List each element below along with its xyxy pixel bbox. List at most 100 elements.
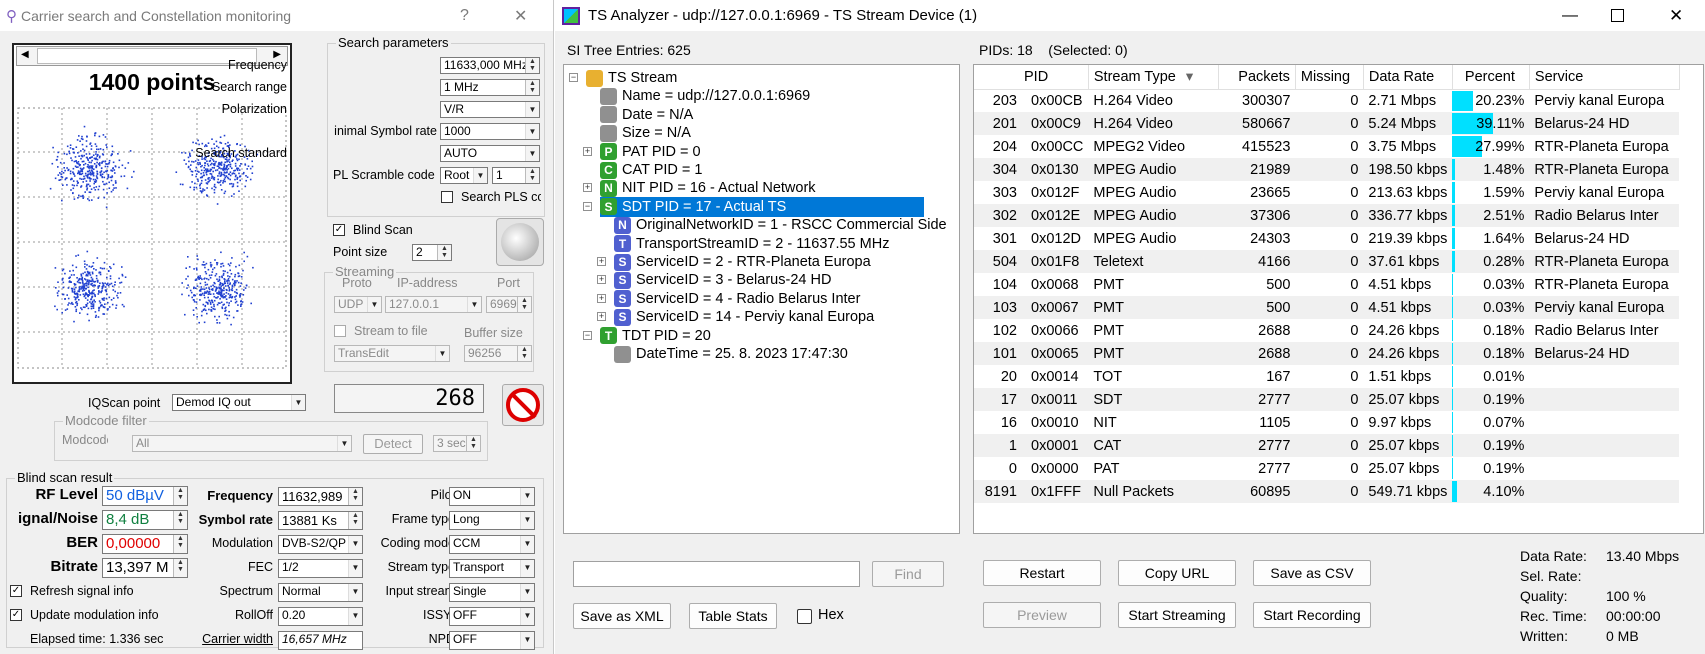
search-range-input[interactable]: 1 MHz ▲ ▼	[440, 79, 540, 96]
start-recording-button[interactable]: Start Recording	[1253, 602, 1371, 628]
tree-expander-icon[interactable]: +	[597, 257, 606, 266]
detect-seconds-input[interactable]: 3 sec ▲ ▼	[433, 435, 481, 452]
tree-node[interactable]: S ServiceID = 3 - Belarus-24 HD	[614, 270, 831, 290]
update-modulation-checkbox[interactable]: ✓	[10, 609, 22, 621]
column-header-service[interactable]: Service	[1529, 65, 1680, 90]
coding-mode-select[interactable]: CCM ▼	[449, 535, 535, 554]
close-button[interactable]: ✕	[514, 6, 527, 26]
tree-expander-icon[interactable]: +	[597, 275, 606, 285]
iqscan-select[interactable]: Demod IQ out ▼	[172, 394, 306, 411]
copy-url-button[interactable]: Copy URL	[1118, 560, 1236, 586]
tree-node[interactable]: TS Stream	[586, 68, 677, 88]
table-row[interactable]: 203 0x00CB H.264 Video 300307 0 2.71 Mbps 20.2…	[974, 89, 1679, 112]
scroll-thumb[interactable]	[37, 48, 257, 64]
tree-node[interactable]: N OriginalNetworkID = 1 - RSCC Commercial…	[614, 215, 947, 235]
tree-node[interactable]: Name = udp://127.0.0.1:6969	[600, 86, 810, 106]
table-row[interactable]: 0 0x0000 PAT 2777 0 25.07 kbps 0.19%	[974, 457, 1679, 480]
maximize-button[interactable]	[1611, 9, 1624, 22]
pilot-select[interactable]: ON ▼	[449, 487, 535, 506]
tree-expander-icon[interactable]: −	[583, 201, 592, 211]
minimize-button[interactable]: —	[1562, 7, 1578, 25]
tree-node[interactable]: S ServiceID = 14 - Perviy kanal Europa	[614, 307, 874, 327]
npd-select[interactable]: OFF ▼	[449, 631, 535, 650]
input-stream-select[interactable]: Single ▼	[449, 583, 535, 602]
column-header-missing[interactable]: Missing	[1295, 65, 1364, 90]
hex-checkbox[interactable]	[797, 609, 812, 624]
dropdown-icon[interactable]: ▼	[520, 584, 534, 601]
frequency-input[interactable]: 11633,000 MHz ▲ ▼	[440, 57, 540, 74]
dropdown-icon[interactable]: ▼	[435, 346, 449, 361]
dropdown-icon[interactable]: ▼	[337, 436, 351, 451]
tree-expander-icon[interactable]: −	[583, 330, 592, 340]
stream-type-select[interactable]: Transport ▼	[449, 559, 535, 578]
tree-node[interactable]: S ServiceID = 4 - Radio Belarus Inter	[614, 289, 860, 309]
column-header-pid[interactable]: PID	[974, 65, 1089, 90]
tree-node[interactable]: Date = N/A	[600, 105, 693, 125]
modulation-select[interactable]: DVB-S2/QP ▼	[278, 535, 363, 554]
tree-node[interactable]: Size = N/A	[600, 123, 691, 143]
dropdown-icon[interactable]: ▼	[348, 536, 362, 553]
refresh-signal-checkbox[interactable]: ✓	[10, 585, 22, 597]
ip-select[interactable]: 127.0.0.1 ▼	[385, 296, 482, 313]
spin-icon[interactable]: ▲ ▼	[173, 535, 187, 553]
proto-select[interactable]: UDP ▼	[334, 296, 382, 313]
detect-button[interactable]: Detect	[363, 434, 423, 454]
table-row[interactable]: 304 0x0130 MPEG Audio 21989 0 198.50 kbps 1.48…	[974, 158, 1680, 181]
dropdown-icon[interactable]: ▼	[525, 102, 539, 117]
spin-icon[interactable]: ▲ ▼	[348, 488, 362, 505]
carrier-width-label[interactable]: Carrier width	[202, 632, 273, 646]
dropdown-icon[interactable]: ▼	[525, 124, 539, 139]
blind-scan-checkbox[interactable]: ✓	[333, 224, 345, 236]
tree-node[interactable]: P PAT PID = 0	[600, 142, 701, 162]
scroll-left-icon[interactable]: ◀	[21, 49, 29, 60]
stream-to-file-checkbox[interactable]	[334, 325, 346, 337]
spin-icon[interactable]: ▲ ▼	[525, 80, 539, 95]
spin-icon[interactable]: ▲ ▼	[173, 559, 187, 577]
spin-icon[interactable]: ▲ ▼	[525, 168, 539, 183]
find-button[interactable]: Find	[872, 561, 944, 587]
table-row[interactable]: 201 0x00C9 H.264 Video 580667 0 5.24 Mbps 39.1…	[974, 112, 1680, 135]
table-row[interactable]: 16 0x0010 NIT 1105 0 9.97 kbps 0.07%	[974, 411, 1679, 434]
modcode-select[interactable]: All ▼	[132, 435, 352, 452]
rolloff-select[interactable]: 0.20 ▼	[278, 607, 363, 626]
issyi-select[interactable]: OFF ▼	[449, 607, 535, 626]
dropdown-icon[interactable]: ▼	[520, 536, 534, 553]
dropdown-icon[interactable]: ▼	[367, 297, 381, 312]
restart-button[interactable]: Restart	[983, 560, 1101, 586]
frame-type-select[interactable]: Long ▼	[449, 511, 535, 530]
dropdown-icon[interactable]: ▼	[520, 560, 534, 577]
column-header-stream-type[interactable]: Stream Type ▾	[1088, 65, 1219, 90]
table-row[interactable]: 104 0x0068 PMT 500 0 4.51 kbps 0.03% RTR-Planet…	[974, 273, 1679, 296]
spin-icon[interactable]: ▲ ▼	[173, 511, 187, 529]
stop-button[interactable]	[502, 384, 544, 426]
search-standard-select[interactable]: AUTO ▼	[440, 145, 540, 162]
tree-expander-icon[interactable]: +	[597, 312, 606, 322]
table-row[interactable]: 103 0x0067 PMT 500 0 4.51 kbps 0.03% Perviy kan…	[974, 296, 1680, 319]
table-row[interactable]: 8191 0x1FFF Null Packets 60895 0 549.71 kbps 4…	[974, 480, 1680, 503]
pl-value-input[interactable]: 1 ▲ ▼	[492, 167, 540, 184]
column-header-percent[interactable]: Percent	[1452, 65, 1530, 90]
tree-node[interactable]: S ServiceID = 2 - RTR-Planeta Europa	[614, 252, 871, 272]
save-csv-button[interactable]: Save as CSV	[1253, 560, 1371, 586]
dropdown-icon[interactable]: ▼	[520, 488, 534, 505]
table-row[interactable]: 301 0x012D MPEG Audio 24303 0 219.39 kbps 1.64…	[974, 227, 1679, 250]
close-button[interactable]: ✕	[1669, 6, 1683, 26]
spin-icon[interactable]: ▲ ▼	[437, 245, 451, 260]
table-row[interactable]: 20 0x0014 TOT 167 0 1.51 kbps 0.01%	[974, 365, 1679, 388]
dropdown-icon[interactable]: ▼	[467, 297, 481, 312]
table-stats-button[interactable]: Table Stats	[689, 603, 777, 629]
tree-node[interactable]: T TDT PID = 20	[600, 326, 711, 346]
table-row[interactable]: 302 0x012E MPEG Audio 37306 0 336.77 kbps 2.51…	[974, 204, 1680, 227]
pid-table[interactable]: PID Stream Type ▾ Packets Missing Data Rate P…	[973, 64, 1704, 534]
spin-icon[interactable]: ▲ ▼	[517, 346, 531, 361]
table-row[interactable]: 303 0x012F MPEG Audio 23665 0 213.63 kbps 1.59…	[974, 181, 1679, 204]
save-xml-button[interactable]: Save as XML	[573, 603, 671, 629]
dropdown-icon[interactable]: ▼	[473, 168, 487, 183]
search-pls-checkbox[interactable]	[441, 191, 453, 203]
dropdown-icon[interactable]: ▼	[348, 584, 362, 601]
globe-button[interactable]	[496, 218, 544, 266]
table-row[interactable]: 504 0x01F8 Teletext 4166 0 37.61 kbps 0.28% RTR…	[974, 250, 1680, 273]
port-input[interactable]: 6969 ▲ ▼	[486, 296, 532, 313]
tree-node[interactable]: DateTime = 25. 8. 2023 17:47:30	[614, 344, 848, 364]
tree-expander-icon[interactable]: +	[597, 293, 606, 303]
